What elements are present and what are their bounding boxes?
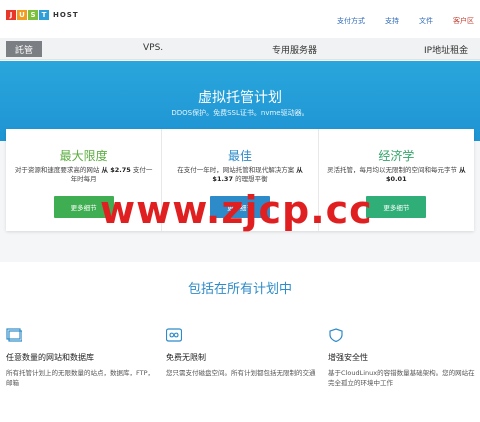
feature-enhanced-security: 增强安全性 基于CloudLinux的容错数量基础架构。您的网站在完全孤立的环境… [328, 328, 478, 388]
feature-description: 所有托管计划上的无限数量的站点，数据库，FTP，邮箱 [6, 369, 155, 387]
feature-title: 任意数量的网站和数据库 [6, 353, 94, 362]
main-nav: 託管 VPS. 专用服务器 IP地址租金 [0, 38, 480, 60]
client-area-link[interactable]: 客户区 [453, 16, 474, 26]
watermark: www.zjcp.cc [100, 188, 373, 232]
payment-methods-link[interactable]: 支付方式 [337, 16, 365, 26]
plan-desc-text: 在支付一年时，网站托管和现代解决方案 [177, 166, 295, 174]
nav-item-vps[interactable]: VPS. [143, 43, 163, 53]
top-header: J U S T HOST 支付方式 支持 文件 客户区 [0, 0, 480, 38]
plan-desc-text: 对于资源和速度要求高的网站 [14, 166, 100, 174]
infinity-icon [165, 328, 183, 342]
plan-title: 经济学 [378, 149, 415, 163]
plan-title: 最佳 [227, 149, 252, 163]
window-icon [6, 328, 23, 342]
plan-description: 在支付一年时，网站托管和现代解决方案 从 $1.37 的理想平衡 [168, 166, 311, 184]
support-link[interactable]: 支持 [385, 16, 399, 26]
nav-item-ip-rental[interactable]: IP地址租金 [424, 43, 468, 56]
plan-price: 从 $2.75 [101, 166, 131, 174]
feature-unlimited-sites: 任意数量的网站和数据库 所有托管计划上的无限数量的站点，数据库，FTP，邮箱 [6, 328, 156, 388]
hero-subtitle: DDOS保护。免费SSL证书。nvme驱动器。 [171, 109, 309, 117]
plan-title: 最大限度 [59, 149, 108, 163]
shield-icon [329, 328, 343, 343]
top-links: 支付方式 支持 文件 客户区 [337, 16, 474, 26]
logo-letter: S [28, 10, 38, 20]
documents-link[interactable]: 文件 [419, 16, 433, 26]
feature-title: 免费无限制 [166, 353, 206, 362]
plan-desc-text: 的理想平衡 [235, 175, 268, 183]
nav-item-dedicated-servers[interactable]: 专用服务器 [272, 43, 317, 56]
hero-title: 虚拟托管计划 [198, 90, 282, 106]
nav-item-hosting[interactable]: 託管 [6, 41, 42, 57]
feature-description: 基于CloudLinux的容错数量基础架构。您的网站在完全孤立的环境中工作 [328, 369, 475, 387]
more-details-button[interactable]: 更多细节 [366, 196, 427, 218]
logo-letter: J [6, 10, 16, 20]
plan-description: 灵活托管，每月均以无限制的空间和每元字节 从 $0.01 [325, 166, 468, 184]
feature-description: 您只需支付磁盘空间。所有计划都包括无限制的交通 [166, 369, 316, 377]
plan-description: 对于资源和速度要求高的网站 从 $2.75 支付一年时每月 [12, 166, 155, 184]
logo-letter: U [17, 10, 27, 20]
logo-letter: T [39, 10, 49, 20]
logo-suffix: HOST [53, 11, 79, 19]
features-title: 包括在所有计划中 [187, 282, 292, 297]
feature-free-unlimited: 免费无限制 您只需支付磁盘空间。所有计划都包括无限制的交通 [165, 328, 316, 378]
plan-desc-text: 灵活托管，每月均以无限制的空间和每元字节 [327, 166, 458, 174]
logo[interactable]: J U S T HOST [6, 10, 79, 20]
feature-title: 增强安全性 [328, 353, 368, 362]
